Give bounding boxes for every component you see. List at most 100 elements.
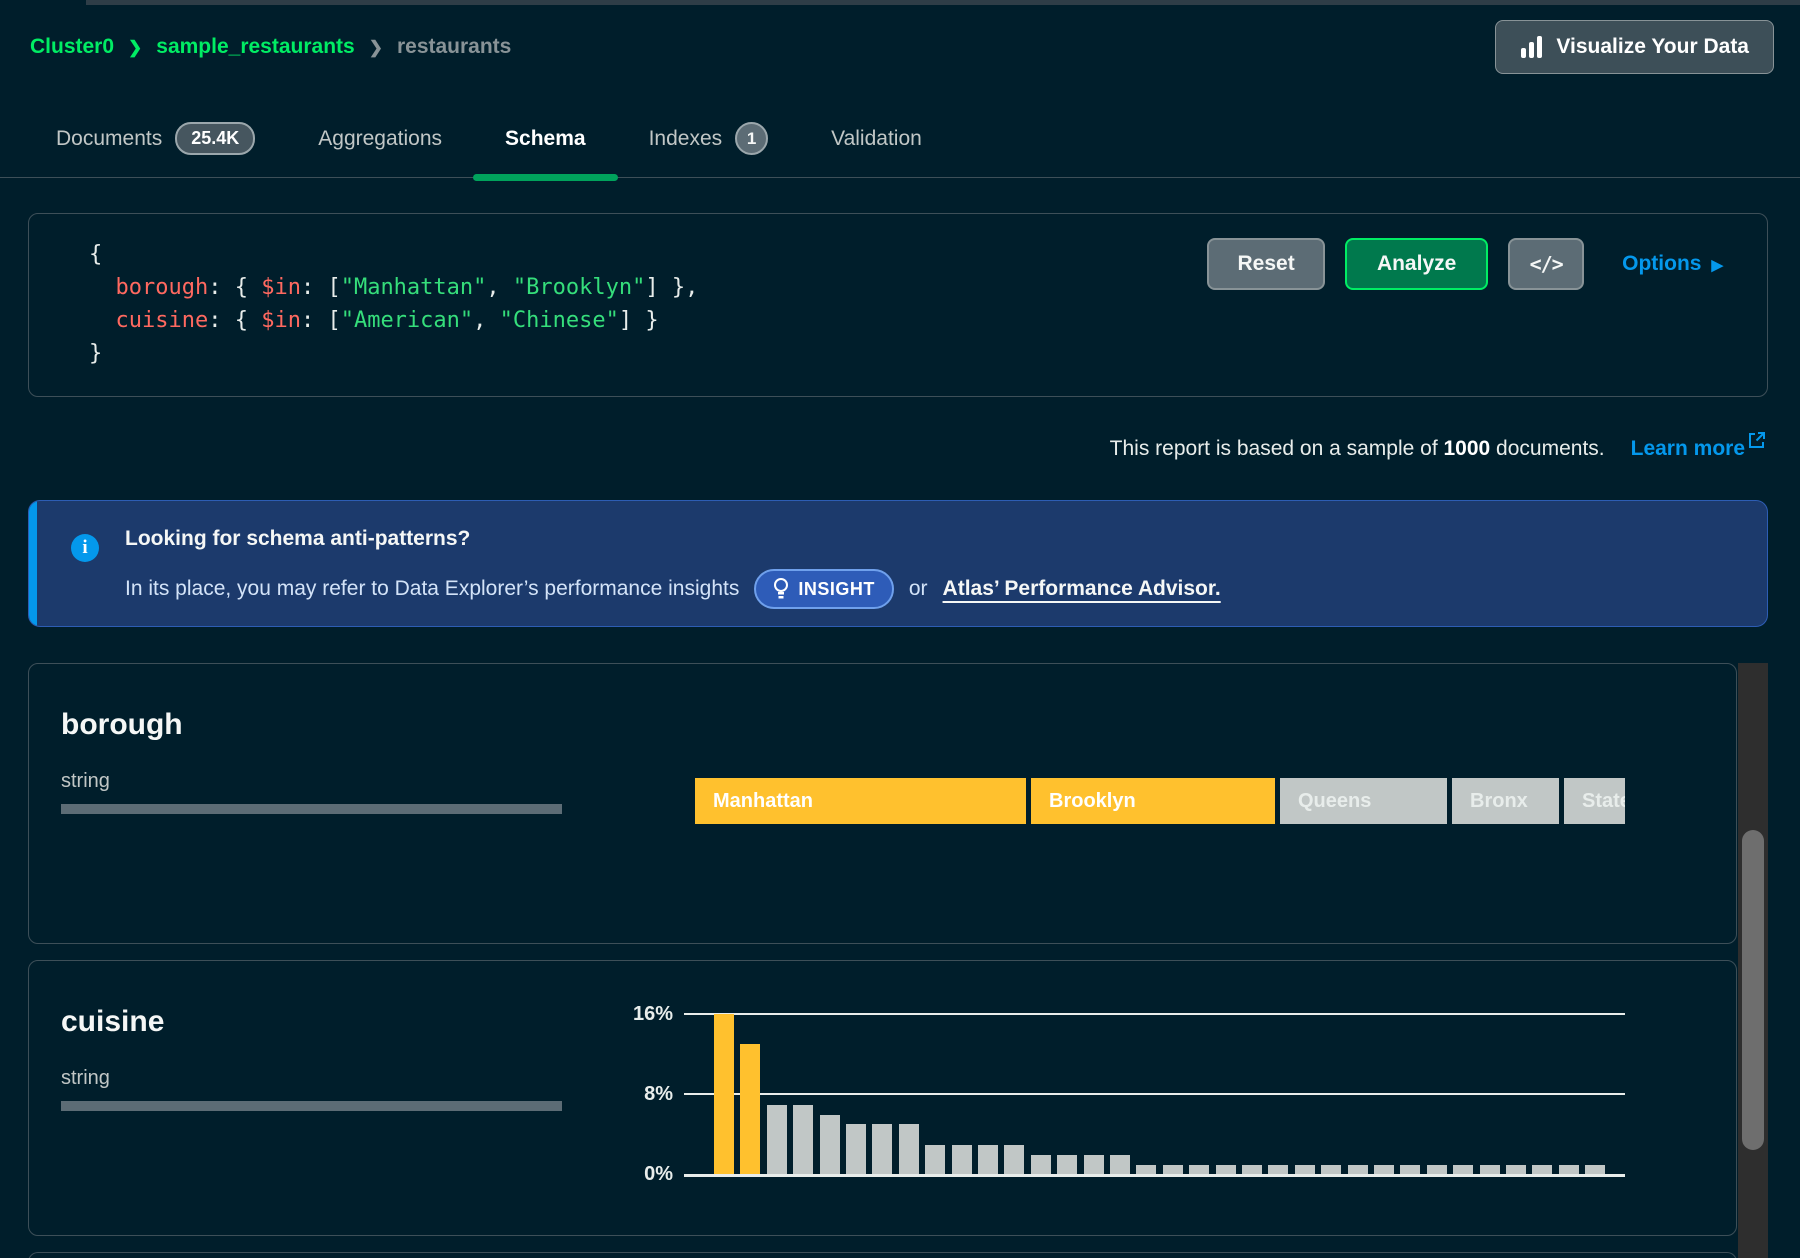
options-label: Options: [1622, 252, 1701, 276]
tab-validation[interactable]: Validation: [831, 100, 922, 177]
cuisine-bar-19[interactable]: [1189, 1165, 1209, 1174]
cuisine-bar-10[interactable]: [952, 1145, 972, 1174]
schema-page: Cluster0 ❯ sample_restaurants ❯ restaura…: [0, 0, 1800, 1258]
query-code-line: cuisine: { $in: ["American", "Chinese"] …: [89, 304, 698, 337]
cuisine-bar-8[interactable]: [899, 1124, 919, 1174]
cuisine-bar-6[interactable]: [846, 1124, 866, 1174]
field-card-cuisine: cuisine string 16%8%0%: [28, 960, 1737, 1236]
borough-value-bar-queens[interactable]: Queens: [1280, 778, 1447, 824]
borough-value-bar-bronx[interactable]: Bronx: [1452, 778, 1559, 824]
tab-documents[interactable]: Documents 25.4K: [56, 100, 255, 177]
cuisine-bar-20[interactable]: [1216, 1165, 1236, 1174]
tab-schema[interactable]: Schema: [505, 100, 586, 177]
cuisine-bar-28[interactable]: [1427, 1165, 1447, 1174]
cuisine-bar-1[interactable]: [714, 1014, 734, 1174]
tab-label: Schema: [505, 127, 586, 151]
cuisine-bar-21[interactable]: [1242, 1165, 1262, 1174]
gridline-0pct: [684, 1174, 1625, 1177]
sample-count: 1000: [1444, 437, 1491, 460]
collection-header: Cluster0 ❯ sample_restaurants ❯ restaura…: [30, 18, 1774, 76]
banner-body-text: In its place, you may refer to Data Expl…: [125, 577, 739, 601]
type-distribution-bar[interactable]: [61, 804, 562, 814]
cuisine-bar-29[interactable]: [1453, 1165, 1473, 1174]
borough-value-label: Staten Island: [1582, 790, 1625, 813]
tab-label: Validation: [831, 127, 922, 151]
cuisine-bar-27[interactable]: [1400, 1165, 1420, 1174]
y-axis-tick-label: 16%: [589, 1002, 673, 1026]
query-code-line: {: [89, 238, 698, 271]
breadcrumb-database[interactable]: sample_restaurants: [156, 35, 354, 59]
cuisine-bar-14[interactable]: [1057, 1155, 1077, 1174]
cuisine-bar-26[interactable]: [1374, 1165, 1394, 1174]
cuisine-bar-24[interactable]: [1321, 1165, 1341, 1174]
cuisine-bar-12[interactable]: [1004, 1145, 1024, 1174]
cuisine-bar-3[interactable]: [767, 1105, 787, 1174]
cuisine-bar-18[interactable]: [1163, 1165, 1183, 1174]
tab-count-badge: 25.4K: [175, 122, 255, 155]
cuisine-bar-34[interactable]: [1585, 1165, 1605, 1174]
cuisine-bar-2[interactable]: [740, 1044, 760, 1174]
caret-right-icon: ▶: [1711, 256, 1723, 274]
banner-title: Looking for schema anti-patterns?: [125, 527, 470, 551]
performance-advisor-link[interactable]: Atlas’ Performance Advisor.: [943, 577, 1221, 601]
banner-accent-stripe: [29, 501, 37, 626]
analyze-button[interactable]: Analyze: [1345, 238, 1488, 290]
visualize-your-data-button[interactable]: Visualize Your Data: [1495, 20, 1774, 74]
y-axis-tick-label: 8%: [589, 1082, 673, 1106]
banner-conjunction: or: [909, 577, 928, 601]
insight-badge[interactable]: INSIGHT: [754, 569, 894, 609]
code-toggle-button[interactable]: </>: [1508, 238, 1584, 290]
insight-badge-label: INSIGHT: [798, 579, 875, 600]
cuisine-bar-16[interactable]: [1110, 1155, 1130, 1174]
query-code-line: }: [89, 337, 698, 370]
cuisine-bar-13[interactable]: [1031, 1155, 1051, 1174]
tab-label: Indexes: [649, 127, 723, 151]
cuisine-bar-11[interactable]: [978, 1145, 998, 1174]
cuisine-bar-25[interactable]: [1348, 1165, 1368, 1174]
cuisine-bar-15[interactable]: [1084, 1155, 1104, 1174]
chevron-right-icon: ❯: [128, 38, 142, 58]
cuisine-bar-23[interactable]: [1295, 1165, 1315, 1174]
info-icon: i: [71, 534, 99, 562]
top-window-strip: [86, 0, 1800, 5]
active-tab-underline: [473, 174, 618, 181]
cuisine-bar-31[interactable]: [1506, 1165, 1526, 1174]
y-axis-tick-label: 0%: [589, 1162, 673, 1186]
cuisine-bar-7[interactable]: [872, 1124, 892, 1174]
borough-value-bar-brooklyn[interactable]: Brooklyn: [1031, 778, 1275, 824]
borough-value-label: Queens: [1298, 790, 1371, 813]
query-input[interactable]: { borough: { $in: ["Manhattan", "Brookly…: [89, 238, 698, 370]
tab-aggregations[interactable]: Aggregations: [318, 100, 442, 177]
cuisine-bar-5[interactable]: [820, 1115, 840, 1174]
info-banner: i Looking for schema anti-patterns? In i…: [28, 500, 1768, 627]
cuisine-bar-22[interactable]: [1268, 1165, 1288, 1174]
visualize-button-label: Visualize Your Data: [1556, 35, 1749, 59]
learn-more-link[interactable]: Learn more: [1631, 437, 1765, 461]
cuisine-bar-30[interactable]: [1480, 1165, 1500, 1174]
cuisine-bar-4[interactable]: [793, 1105, 813, 1174]
reset-button[interactable]: Reset: [1207, 238, 1325, 290]
borough-value-label: Manhattan: [713, 790, 813, 813]
cuisine-bar-32[interactable]: [1532, 1165, 1552, 1174]
breadcrumb-cluster[interactable]: Cluster0: [30, 35, 114, 59]
query-actions: Reset Analyze </> Options ▶: [1207, 238, 1723, 290]
gridline-16pct: [684, 1013, 1625, 1015]
options-link[interactable]: Options ▶: [1622, 252, 1723, 276]
tab-indexes[interactable]: Indexes 1: [649, 100, 769, 177]
cuisine-bar-17[interactable]: [1136, 1165, 1156, 1174]
scrollbar-thumb[interactable]: [1742, 830, 1764, 1150]
borough-value-bar-staten-island[interactable]: Staten Island: [1564, 778, 1625, 824]
borough-value-bar-manhattan[interactable]: Manhattan: [695, 778, 1026, 824]
external-link-icon: [1748, 432, 1765, 449]
tab-label: Documents: [56, 127, 162, 151]
breadcrumb: Cluster0 ❯ sample_restaurants ❯ restaura…: [30, 35, 511, 59]
banner-body: In its place, you may refer to Data Expl…: [125, 567, 1221, 611]
sample-report-note: This report is based on a sample of 1000…: [1110, 437, 1765, 461]
tab-count-badge: 1: [735, 122, 768, 155]
learn-more-label: Learn more: [1631, 437, 1745, 461]
scrollbar-track[interactable]: [1738, 663, 1768, 1258]
cuisine-bar-9[interactable]: [925, 1145, 945, 1174]
cuisine-bar-33[interactable]: [1559, 1165, 1579, 1174]
borough-value-bars: Manhattan Brooklyn Queens Bronx Staten Islan…: [695, 778, 1625, 824]
next-field-card-clipped: [28, 1252, 1737, 1258]
